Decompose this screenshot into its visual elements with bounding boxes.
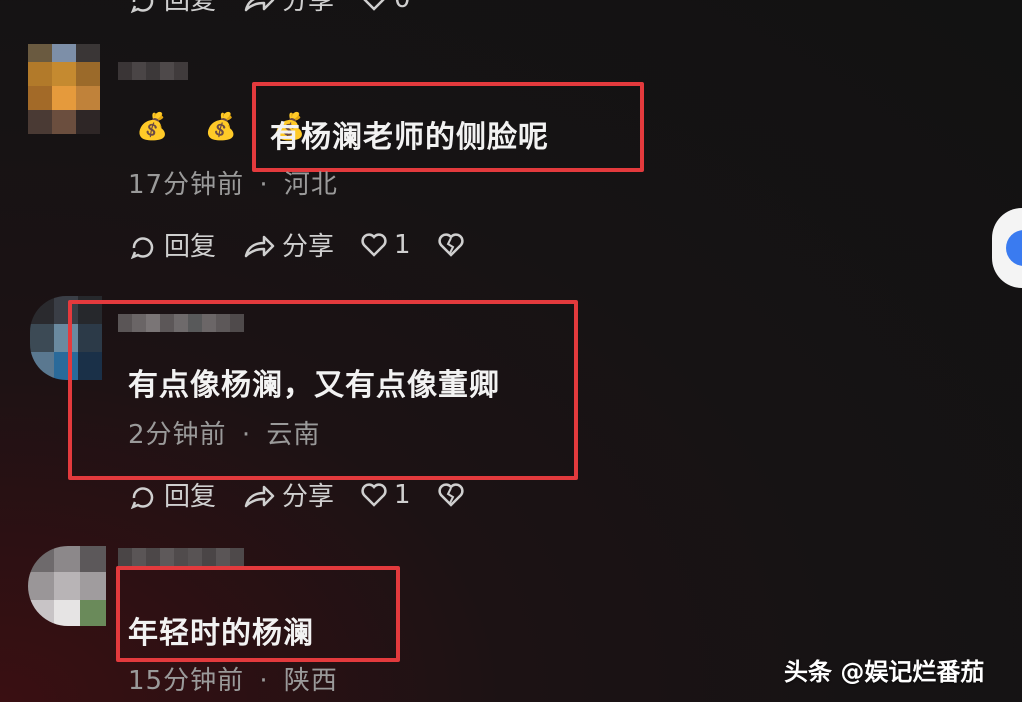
reply-button[interactable]: 回复 [128, 0, 216, 17]
blue-circle-icon [1006, 230, 1022, 266]
reply-label: 回复 [164, 482, 217, 512]
like-button[interactable]: 1 [360, 230, 411, 260]
like-button[interactable]: 1 [360, 480, 411, 510]
avatar[interactable] [28, 44, 100, 134]
comment-location: 河北 [283, 170, 338, 200]
like-count: 0 [394, 0, 411, 14]
reply-button[interactable]: 回复 [128, 226, 216, 263]
heart-icon [363, 0, 385, 11]
reply-icon [130, 0, 154, 13]
reply-icon [130, 236, 154, 259]
heart-icon [361, 482, 387, 507]
share-label: 分享 [282, 482, 335, 512]
share-button[interactable]: 分享 [242, 476, 334, 513]
highlight-box [116, 566, 400, 662]
share-icon [244, 235, 275, 257]
like-count: 1 [394, 479, 411, 510]
share-icon [244, 0, 275, 11]
like-button[interactable]: 0 [360, 0, 411, 14]
broken-heart-icon [437, 482, 464, 507]
comment-meta: 15分钟前 · 陕西 [128, 660, 338, 697]
share-button[interactable]: 分享 [242, 0, 334, 17]
meta-separator: · [259, 666, 269, 696]
highlight-box [68, 300, 578, 480]
heart-icon [361, 232, 387, 257]
share-label: 分享 [282, 0, 335, 16]
floating-action-button[interactable] [992, 208, 1022, 288]
reply-button[interactable]: 回复 [128, 476, 216, 513]
share-icon [244, 485, 275, 507]
comment-actions: 回复 分享 1 [128, 226, 491, 263]
reply-label: 回复 [164, 0, 217, 16]
watermark: 头条 @娱记烂番茄 [784, 658, 985, 686]
username-blurred[interactable] [118, 548, 244, 566]
broken-heart-icon [437, 232, 464, 257]
reply-label: 回复 [164, 232, 217, 262]
dislike-button[interactable] [437, 482, 465, 508]
comment-time: 15分钟前 [128, 666, 245, 696]
reply-icon [130, 486, 154, 509]
comment-time: 17分钟前 [128, 170, 245, 200]
comment-actions-top: 回复 分享 0 [128, 0, 437, 17]
username-blurred[interactable] [118, 62, 188, 80]
avatar[interactable] [28, 546, 106, 626]
like-count: 1 [394, 229, 411, 260]
share-label: 分享 [282, 232, 335, 262]
meta-separator: · [259, 170, 269, 200]
comment-location: 陕西 [283, 666, 338, 696]
comment-meta: 17分钟前 · 河北 [128, 164, 338, 201]
comment-actions: 回复 分享 1 [128, 476, 491, 513]
share-button[interactable]: 分享 [242, 226, 334, 263]
dislike-button[interactable] [437, 232, 465, 258]
highlight-box [252, 82, 644, 172]
